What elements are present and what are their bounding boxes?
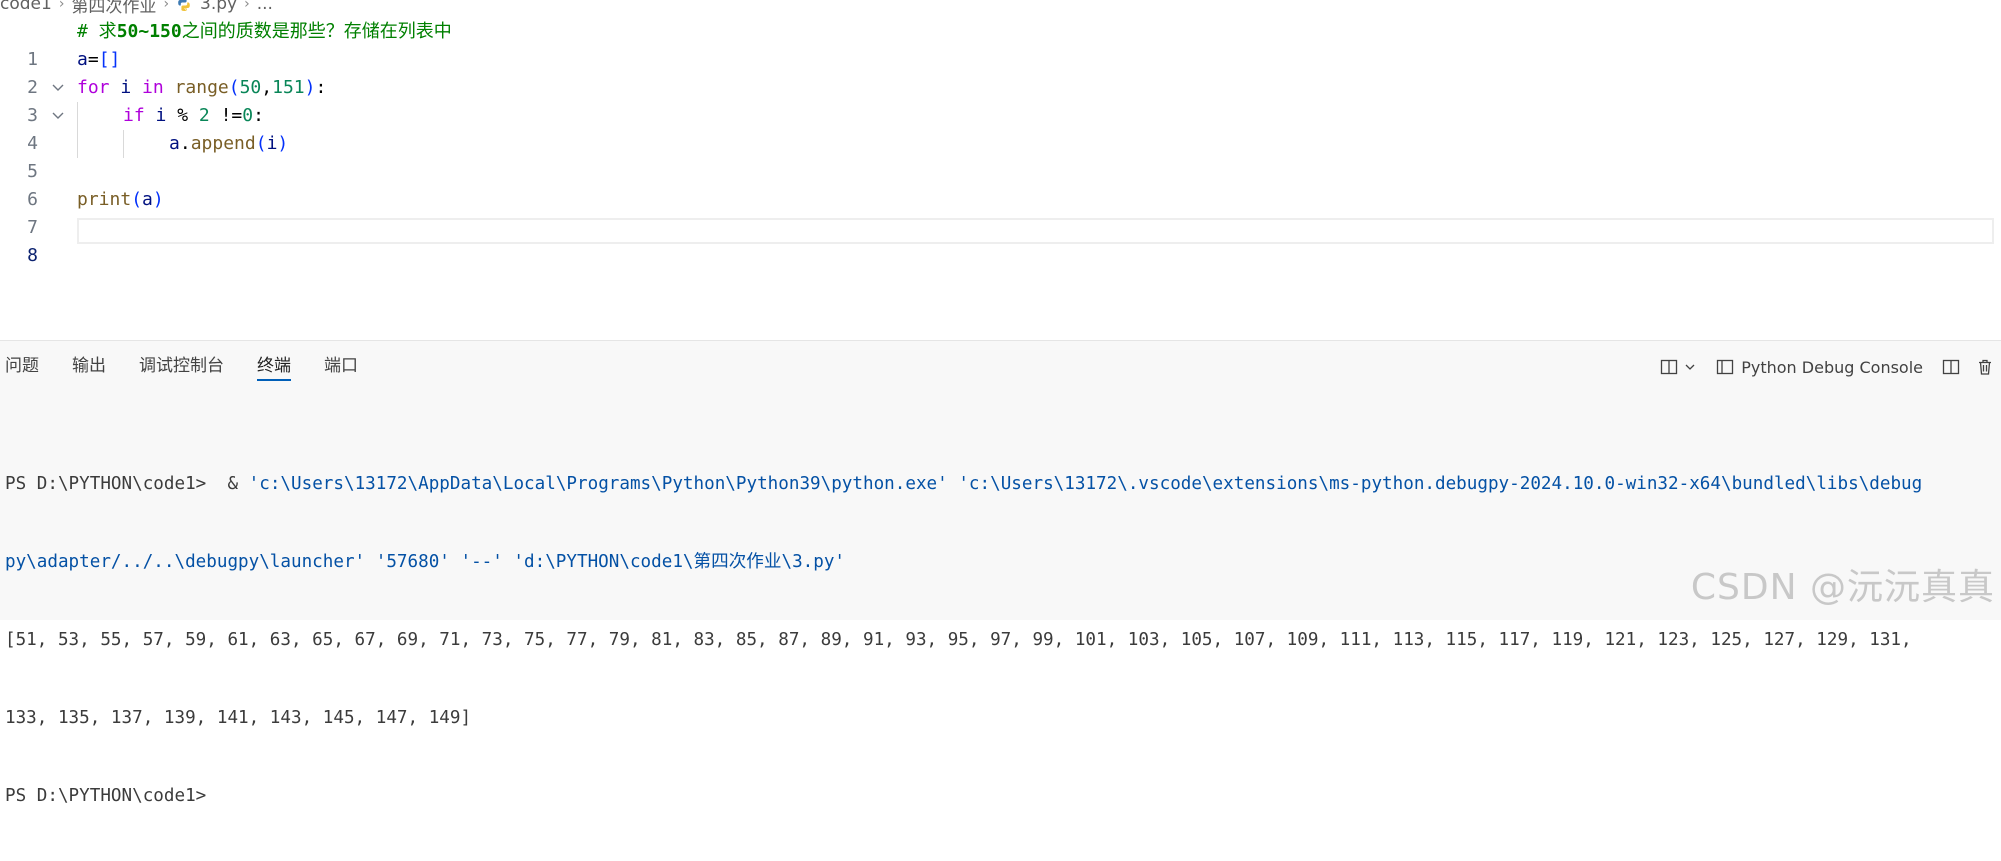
split-terminal-button[interactable] (1941, 357, 1961, 377)
token-var: i (266, 133, 278, 154)
token-colon: : (315, 77, 327, 98)
line-code: a=[] (77, 46, 120, 74)
token-function: print (77, 189, 132, 210)
token-dot: . (179, 133, 191, 154)
breadcrumb: code1 › 第四次作业 › 3.py › ... (0, 0, 273, 17)
chevron-down-icon[interactable] (50, 74, 66, 102)
tab-problems[interactable]: 问题 (5, 341, 39, 393)
terminal-instance[interactable]: Python Debug Console (1715, 357, 1923, 377)
terminal-prompt: PS D:\PYTHON\code1> (5, 474, 217, 494)
comment-range: 50~150 (116, 21, 182, 42)
token-colon: : (253, 105, 264, 126)
terminal-output[interactable]: PS D:\PYTHON\code1> & 'c:\Users\13172\Ap… (5, 419, 1995, 861)
line-code: # 求50~150之间的质数是那些？存储在列表中 (77, 18, 452, 46)
line-code: a.append(i) (169, 130, 288, 158)
terminal-layout-icon (1717, 359, 1734, 375)
token-paren: ( (255, 133, 267, 154)
panel-tabs: 问题 输出 调试控制台 终端 端口 (0, 341, 386, 393)
token-paren: ) (277, 133, 289, 154)
chevron-down-icon[interactable] (50, 102, 66, 130)
token-var: a (142, 189, 153, 210)
tab-output[interactable]: 输出 (72, 341, 106, 393)
indent-guide (77, 102, 78, 130)
line-number: 8 (27, 245, 38, 266)
code-editor[interactable]: 1 # 求50~150之间的质数是那些？存储在列表中 2 a=[] 3 for … (0, 18, 2001, 338)
code-line[interactable]: 7 print(a) (0, 186, 2001, 238)
panel-actions: Python Debug Console (1645, 353, 1995, 381)
program-output: [51, 53, 55, 57, 59, 61, 63, 65, 67, 69,… (5, 630, 1912, 650)
tab-debug-console[interactable]: 调试控制台 (139, 341, 224, 393)
terminal-string: py\adapter/../..\debugpy\launcher' '5768… (5, 552, 846, 572)
terminal-line: [51, 53, 55, 57, 59, 61, 63, 65, 67, 69,… (5, 627, 1995, 653)
code-line[interactable]: 8 (0, 214, 2001, 266)
code-line[interactable]: 4 if i % 2 !=0: (0, 102, 2001, 154)
token-keyword: if (123, 105, 145, 126)
token-paren: ) (152, 189, 164, 210)
breadcrumb-item-folder[interactable]: code1 (0, 0, 52, 14)
token-number: 0 (242, 105, 254, 126)
program-output: 133, 135, 137, 139, 141, 143, 145, 147, … (5, 708, 472, 728)
terminal-string: 'c:\Users\13172\AppData\Local\Programs\P… (248, 474, 948, 494)
token-brackets: [] (98, 49, 121, 70)
tab-ports[interactable]: 端口 (324, 341, 358, 393)
terminal-line: PS D:\PYTHON\code1> (5, 783, 1995, 809)
code-line[interactable]: 2 a=[] (0, 46, 2001, 98)
token-number: 151 (272, 77, 305, 98)
breadcrumb-item-symbols[interactable]: ... (257, 0, 273, 14)
token-var: i (109, 77, 143, 98)
chevron-right-icon: › (244, 0, 250, 12)
chevron-right-icon: › (58, 0, 65, 12)
token-paren: ( (131, 189, 143, 210)
token-op: = (87, 49, 99, 70)
split-editor-icon (1942, 359, 1960, 375)
watermark: CSDN @沅沅真真 (1690, 567, 1995, 608)
token-keyword: in (142, 77, 164, 98)
comment-text: # 求 (77, 21, 117, 42)
breadcrumb-item-file[interactable]: 3.py (200, 0, 237, 14)
token-function: append (190, 133, 256, 154)
terminal-operator: & (216, 474, 249, 494)
indent-guide (77, 130, 78, 158)
python-file-icon (178, 0, 190, 11)
comment-text-2: 之间的质数是那些？存储在列表中 (181, 21, 452, 42)
terminal-line: 133, 135, 137, 139, 141, 143, 145, 147, … (5, 705, 1995, 731)
new-terminal-split-button[interactable] (1659, 357, 1697, 377)
token-paren: ) (304, 77, 316, 98)
line-code: if i % 2 !=0: (123, 102, 264, 130)
token-number: 2 (198, 105, 210, 126)
token-keyword: for (77, 77, 110, 98)
token-function: range (174, 77, 229, 98)
token-paren: ( (228, 77, 240, 98)
token-var: a (169, 133, 180, 154)
token-var: a (77, 49, 88, 70)
tab-terminal[interactable]: 终端 (257, 341, 291, 393)
code-line[interactable]: 1 # 求50~150之间的质数是那些？存储在列表中 (0, 18, 2001, 70)
split-terminal-icon (1661, 359, 1678, 375)
kill-terminal-button[interactable] (1975, 357, 1995, 377)
terminal-line: PS D:\PYTHON\code1> & 'c:\Users\13172\Ap… (5, 471, 1995, 497)
code-line[interactable]: 3 for i in range(50,151): (0, 74, 2001, 126)
token-comma: , (261, 77, 273, 98)
token-var: i (144, 105, 178, 126)
line-code: for i in range(50,151): (77, 74, 326, 102)
chevron-right-icon: › (163, 0, 170, 12)
chevron-down-icon (1685, 364, 1695, 370)
terminal-name: Python Debug Console (1741, 357, 1923, 377)
terminal-string: 'c:\Users\13172\.vscode\extensions\ms-py… (947, 474, 1923, 494)
indent-guide (123, 130, 124, 158)
token-op: != (209, 105, 243, 126)
terminal-prompt: PS D:\PYTHON\code1> (5, 786, 207, 806)
line-code: print(a) (77, 186, 164, 214)
code-line[interactable]: 6 (0, 158, 2001, 210)
bottom-panel: 问题 输出 调试控制台 终端 端口 Python Debug Console P… (0, 340, 2001, 806)
token-op: % (177, 105, 199, 126)
breadcrumb-item-subfolder[interactable]: 第四次作业 (71, 0, 156, 17)
token-number: 50 (239, 77, 262, 98)
trash-icon (1979, 359, 1991, 375)
code-line[interactable]: 5 a.append(i) (0, 130, 2001, 182)
